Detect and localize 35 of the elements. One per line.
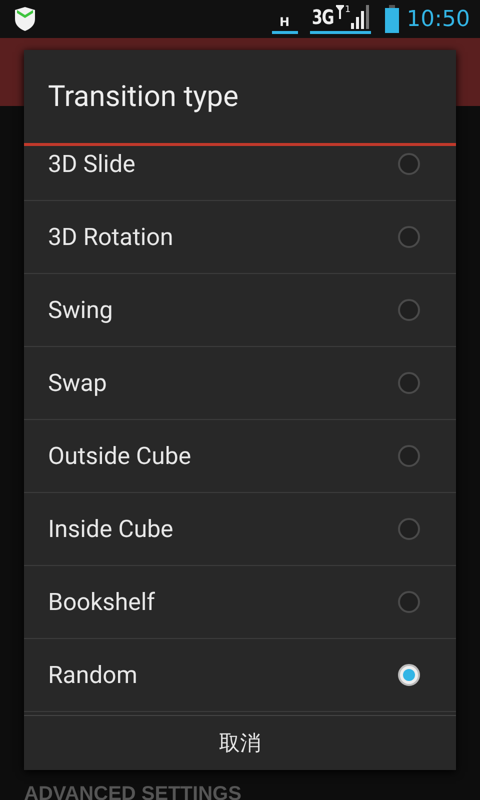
option-row[interactable]: Swap [24, 347, 456, 420]
network-type: 3G [311, 4, 333, 28]
option-label: Random [48, 661, 138, 689]
option-label: Swap [48, 369, 108, 397]
clock: 10:50 [406, 6, 470, 32]
option-label: Bookshelf [48, 588, 156, 616]
option-row[interactable]: 3D Slide [24, 146, 456, 201]
radio-button[interactable] [398, 591, 420, 613]
option-row[interactable]: Random [24, 639, 456, 712]
section-heading: ADVANCED SETTINGS [24, 783, 242, 800]
data-indicator: H [272, 12, 298, 34]
option-row[interactable]: Inside Cube [24, 493, 456, 566]
option-label: Outside Cube [48, 442, 192, 470]
radio-button[interactable] [398, 153, 420, 175]
radio-button[interactable] [398, 226, 420, 248]
option-row[interactable]: 3D Rotation [24, 201, 456, 274]
option-row[interactable]: Swing [24, 274, 456, 347]
radio-button[interactable] [398, 518, 420, 540]
option-row[interactable]: Bookshelf [24, 566, 456, 639]
dialog-title: Transition type [24, 50, 456, 146]
radio-button[interactable] [398, 445, 420, 467]
option-label: 3D Rotation [48, 223, 174, 251]
radio-button[interactable] [398, 664, 420, 686]
cancel-button[interactable]: 取消 [24, 716, 456, 770]
option-label: 3D Slide [48, 150, 136, 178]
shield-icon [14, 7, 36, 31]
option-row[interactable]: Outside Cube [24, 420, 456, 493]
sim-slot: 1 [344, 4, 351, 14]
radio-button[interactable] [398, 372, 420, 394]
option-label: Inside Cube [48, 515, 174, 543]
battery-icon [384, 5, 399, 33]
option-label: Swing [48, 296, 114, 324]
signal-icon [350, 4, 371, 28]
radio-button[interactable] [398, 299, 420, 321]
antenna-icon [334, 4, 345, 18]
